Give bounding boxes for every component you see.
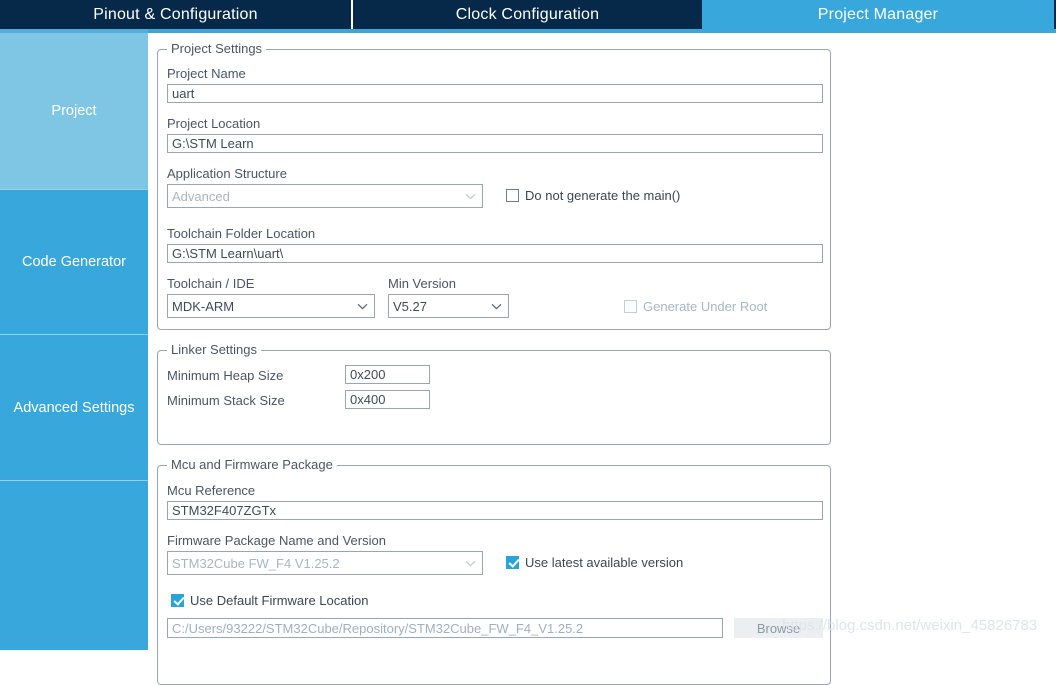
minimum-heap-size-label: Minimum Heap Size	[167, 368, 284, 383]
project-manager-content: Project Settings Project Name Project Lo…	[148, 33, 1056, 685]
minimum-heap-size-input[interactable]	[345, 365, 430, 384]
sidebar-item-advanced-settings[interactable]: Advanced Settings	[0, 334, 148, 480]
minimum-stack-size-input[interactable]	[345, 390, 430, 409]
project-location-label: Project Location	[167, 116, 261, 131]
firmware-package-label: Firmware Package Name and Version	[167, 533, 386, 548]
min-version-label: Min Version	[388, 276, 456, 291]
tab-label: Project Manager	[817, 5, 939, 23]
chevron-down-icon	[488, 303, 504, 310]
toolchain-ide-label: Toolchain / IDE	[167, 276, 255, 291]
application-structure-value: Advanced	[172, 188, 230, 204]
firmware-location-path-input[interactable]	[167, 618, 723, 638]
mcu-firmware-package-group: Mcu and Firmware Package Mcu Reference F…	[157, 458, 831, 685]
chevron-down-icon	[462, 560, 478, 567]
tab-pinout-configuration[interactable]: Pinout & Configuration	[0, 0, 353, 29]
application-structure-label: Application Structure	[167, 166, 287, 181]
checkbox-box	[171, 594, 184, 607]
main-tab-bar: Pinout & Configuration Clock Configurati…	[0, 0, 1056, 29]
mcu-firmware-package-group-title: Mcu and Firmware Package	[167, 458, 337, 472]
sidebar-item-empty[interactable]	[0, 480, 148, 650]
browse-button[interactable]: Browse	[734, 618, 823, 638]
project-settings-group-title: Project Settings	[167, 42, 267, 56]
chevron-down-icon	[462, 193, 478, 200]
firmware-package-value: STM32Cube FW_F4 V1.25.2	[172, 555, 340, 571]
toolchain-ide-combo[interactable]: MDK-ARM	[167, 294, 375, 318]
sidebar-item-code-generator[interactable]: Code Generator	[0, 189, 148, 334]
min-version-value: V5.27	[393, 298, 427, 314]
linker-settings-group-title: Linker Settings	[167, 343, 261, 357]
application-structure-combo[interactable]: Advanced	[167, 184, 483, 208]
sidebar-item-label: Code Generator	[22, 254, 126, 270]
tab-label: Pinout & Configuration	[93, 5, 258, 23]
do-not-generate-main-label: Do not generate the main()	[525, 188, 681, 203]
generate-under-root-checkbox[interactable]: Generate Under Root	[624, 299, 767, 314]
sidebar-item-project[interactable]: Project	[0, 33, 148, 189]
use-latest-version-label: Use latest available version	[525, 555, 684, 570]
use-latest-version-checkbox[interactable]: Use latest available version	[506, 555, 683, 570]
mcu-reference-input[interactable]	[167, 501, 823, 520]
toolchain-ide-value: MDK-ARM	[172, 298, 235, 314]
checkbox-box	[624, 300, 637, 313]
do-not-generate-main-checkbox[interactable]: Do not generate the main()	[506, 188, 680, 203]
project-name-input[interactable]	[167, 84, 823, 103]
project-name-label: Project Name	[167, 66, 246, 81]
checkbox-box	[506, 189, 519, 202]
use-default-firmware-location-label: Use Default Firmware Location	[190, 593, 369, 608]
firmware-package-combo[interactable]: STM32Cube FW_F4 V1.25.2	[167, 551, 483, 575]
chevron-down-icon	[354, 303, 370, 310]
project-location-input[interactable]	[167, 134, 823, 153]
toolchain-folder-location-label: Toolchain Folder Location	[167, 226, 316, 241]
sidebar-item-label: Advanced Settings	[13, 399, 135, 416]
generate-under-root-label: Generate Under Root	[643, 299, 768, 314]
use-default-firmware-location-checkbox[interactable]: Use Default Firmware Location	[171, 593, 368, 608]
minimum-stack-size-label: Minimum Stack Size	[167, 393, 285, 408]
tab-clock-configuration[interactable]: Clock Configuration	[353, 0, 702, 29]
toolchain-folder-location-input[interactable]	[167, 244, 823, 263]
checkbox-box	[506, 556, 519, 569]
tab-label: Clock Configuration	[455, 5, 600, 23]
linker-settings-group: Linker Settings Minimum Heap Size Minimu…	[157, 343, 831, 445]
browse-button-label: Browse	[756, 620, 801, 636]
sidebar-item-label: Project	[51, 103, 97, 119]
project-manager-sidebar: Project Code Generator Advanced Settings	[0, 33, 148, 650]
min-version-combo[interactable]: V5.27	[388, 294, 509, 318]
mcu-reference-label: Mcu Reference	[167, 483, 256, 498]
tab-project-manager[interactable]: Project Manager	[702, 0, 1054, 29]
project-settings-group: Project Settings Project Name Project Lo…	[157, 42, 831, 330]
